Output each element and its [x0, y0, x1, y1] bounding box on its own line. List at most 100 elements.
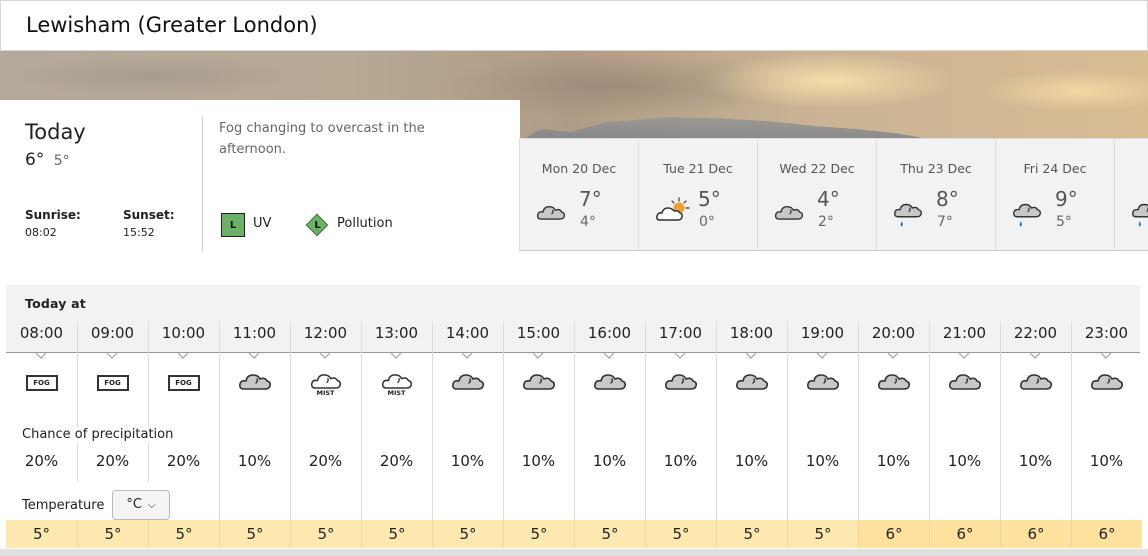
time-pointer: [1030, 353, 1040, 359]
today-summary-card: Today 6° 5° Sunrise: 08:02 Sunset: 15:52…: [0, 100, 520, 251]
day-card[interactable]: Sa: [1114, 139, 1148, 251]
column-divider: [503, 321, 504, 520]
mist-text: MIST: [316, 389, 335, 397]
hour-column: 13:00 MIST 20% 5°: [361, 321, 432, 548]
time-pointer: [462, 353, 472, 359]
time-pointer: [817, 353, 827, 359]
hour-precipitation: 20%: [24, 452, 59, 470]
hour-weather-icon: FOG: [6, 375, 77, 391]
column-divider: [432, 321, 433, 520]
uv-label[interactable]: UV: [253, 216, 271, 231]
hour-weather-icon: [1071, 371, 1142, 395]
hour-precipitation: 10%: [1089, 452, 1124, 470]
hour-weather-icon: [574, 371, 645, 395]
hour-precipitation: 10%: [237, 452, 272, 470]
hour-column: 23:00 10% 6°: [1071, 321, 1142, 548]
day-low-temp: 4°: [580, 214, 596, 230]
hour-precipitation: 10%: [663, 452, 698, 470]
mist-icon: MIST: [310, 371, 342, 397]
hour-weather-icon: [503, 371, 574, 395]
time-pointer: [320, 353, 330, 359]
temperature-unit-select[interactable]: °C ⌵: [112, 490, 170, 520]
fog-icon: FOG: [167, 375, 200, 391]
column-divider: [574, 321, 575, 520]
day-card[interactable]: Thu 23 Dec 8° 7°: [876, 139, 995, 251]
hour-weather-icon: MIST: [290, 371, 361, 397]
cloud-icon: [948, 371, 982, 395]
hour-time: 11:00: [232, 324, 277, 342]
hour-precipitation: 10%: [734, 452, 769, 470]
hour-precipitation: 20%: [379, 452, 414, 470]
pollution-label[interactable]: Pollution: [337, 216, 393, 231]
light-rain-icon: [1131, 201, 1148, 233]
day-card[interactable]: Tue 21 Dec 5° 0°: [638, 139, 757, 251]
hour-column: 15:00 10% 5°: [503, 321, 574, 548]
hour-weather-icon: [432, 371, 503, 395]
hour-precipitation: 20%: [308, 452, 343, 470]
column-divider: [1000, 321, 1001, 520]
sunrise-time: 08:02: [25, 226, 57, 239]
hour-column: 14:00 10% 5°: [432, 321, 503, 548]
hour-temperature: 6°: [1071, 520, 1142, 548]
precipitation-label: Chance of precipitation: [22, 427, 178, 442]
hour-temperature: 6°: [1000, 520, 1071, 548]
today-high-temp: 6°: [25, 150, 45, 170]
day-low-temp: 7°: [937, 214, 953, 230]
hour-precipitation: 20%: [95, 452, 130, 470]
day-high-temp: 4°: [817, 187, 840, 211]
cloud-icon: [593, 371, 627, 395]
day-high-temp: 7°: [579, 187, 602, 211]
banner-mountain: [520, 117, 940, 138]
hour-column: 11:00 10% 5°: [219, 321, 290, 548]
time-pointer: [746, 353, 756, 359]
cloud-icon: [522, 371, 556, 395]
column-divider: [787, 321, 788, 520]
sunrise-label: Sunrise:: [25, 208, 81, 222]
time-pointer: [1101, 353, 1111, 359]
day-card[interactable]: Fri 24 Dec 9° 5°: [995, 139, 1114, 251]
pollution-level-badge[interactable]: L: [309, 217, 326, 234]
hour-temperature: 5°: [716, 520, 787, 548]
hour-precipitation: 10%: [592, 452, 627, 470]
temperature-unit-value: °C: [126, 497, 142, 512]
hour-column: 18:00 10% 5°: [716, 321, 787, 548]
time-pointer: [604, 353, 614, 359]
hour-time: 19:00: [800, 324, 845, 342]
column-divider: [361, 321, 362, 520]
fog-icon: FOG: [25, 375, 58, 391]
time-pointer: [959, 353, 969, 359]
hour-temperature: 5°: [290, 520, 361, 548]
hour-time: 12:00: [303, 324, 348, 342]
cloud-icon: [1019, 371, 1053, 395]
hour-time: 17:00: [658, 324, 703, 342]
hour-time: 22:00: [1013, 324, 1058, 342]
column-divider: [716, 321, 717, 520]
light-rain-icon: [1012, 201, 1042, 233]
sunset-block: Sunset: 15:52: [123, 208, 175, 239]
day-high-temp: 9°: [1055, 187, 1078, 211]
day-high-temp: 8°: [936, 187, 959, 211]
today-overview: Today 6° 5°: [25, 120, 200, 170]
hour-temperature: 5°: [787, 520, 858, 548]
day-card[interactable]: Wed 22 Dec 4° 2°: [757, 139, 876, 251]
hour-temperature: 5°: [574, 520, 645, 548]
bottom-scroll-edge: [0, 549, 1148, 556]
hour-weather-icon: [716, 371, 787, 395]
day-name: Tue 21 Dec: [663, 161, 733, 176]
hour-temperature: 5°: [6, 520, 77, 548]
today-divider: [202, 117, 203, 251]
uv-level-badge[interactable]: L: [221, 213, 245, 237]
day-name: Fri 24 Dec: [1023, 161, 1087, 176]
hour-temperature: 5°: [361, 520, 432, 548]
time-pointer: [36, 353, 46, 359]
hour-precipitation: 20%: [166, 452, 201, 470]
column-divider: [290, 321, 291, 520]
day-high-temp: 5°: [698, 187, 721, 211]
hourly-forecast: Today at 08:00 FOG 20% 5° 09:00 FOG 20% 5° 10:00…: [6, 285, 1142, 548]
hour-column: 21:00 10% 6°: [929, 321, 1000, 548]
day-card[interactable]: Mon 20 Dec 7° 4°: [519, 139, 638, 251]
hour-weather-icon: FOG: [77, 375, 148, 391]
hour-column: 17:00 10% 5°: [645, 321, 716, 548]
hour-column: 22:00 10% 6°: [1000, 321, 1071, 548]
hour-weather-icon: [787, 371, 858, 395]
